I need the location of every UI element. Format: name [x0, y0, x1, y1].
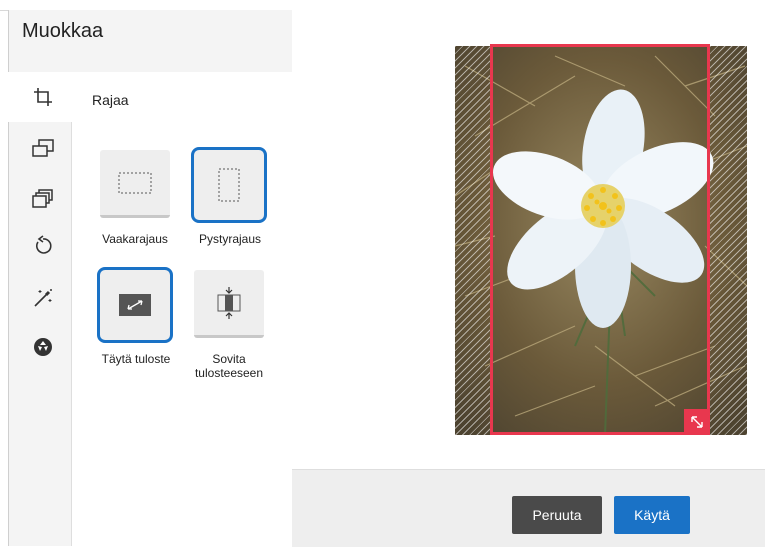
- resize-handle[interactable]: [684, 409, 710, 435]
- fit-print-button[interactable]: [194, 270, 264, 338]
- crop-frame[interactable]: [490, 44, 710, 435]
- apply-button[interactable]: Käytä: [614, 496, 690, 534]
- fit-print-label-line1: Sovita: [212, 352, 246, 366]
- fit-print-icon: [217, 286, 241, 319]
- magic-wand-icon[interactable]: [31, 286, 55, 310]
- rotate-icon[interactable]: [31, 234, 55, 258]
- layout-icon[interactable]: [31, 136, 55, 160]
- resize-arrow-icon: [691, 416, 703, 428]
- portrait-crop-button[interactable]: [191, 147, 267, 223]
- crop-mask-left: [455, 46, 491, 435]
- fill-print-icon: [119, 294, 151, 316]
- crop-mask-right: [710, 46, 747, 435]
- layers-icon[interactable]: [31, 186, 55, 210]
- crop-icon[interactable]: [31, 85, 55, 109]
- fill-print-label: Täytä tuloste: [101, 352, 171, 366]
- landscape-crop-label: Vaakarajaus: [102, 232, 168, 246]
- fit-print-label-line2: tulosteeseen: [194, 366, 264, 380]
- landscape-crop-icon: [118, 172, 152, 193]
- portrait-crop-label: Pystyrajaus: [198, 232, 262, 246]
- fit-print-label: Sovita tulosteeseen: [186, 352, 272, 380]
- aperture-icon[interactable]: [31, 335, 55, 359]
- cancel-button[interactable]: Peruuta: [512, 496, 602, 534]
- crop-tab-title: Rajaa: [92, 92, 129, 108]
- landscape-crop-button[interactable]: [100, 150, 170, 218]
- fill-print-button[interactable]: [97, 267, 173, 343]
- panel-title: Muokkaa: [22, 20, 104, 42]
- portrait-crop-icon: [218, 168, 240, 202]
